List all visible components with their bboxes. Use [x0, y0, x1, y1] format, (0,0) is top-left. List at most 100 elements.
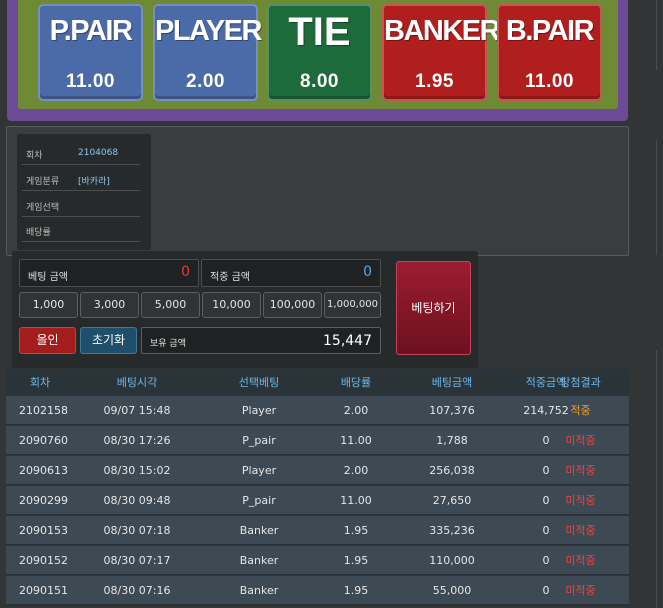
- header-result: 당첨결과: [560, 376, 601, 389]
- row-odds: 1.95: [343, 583, 369, 597]
- bet-option-player[interactable]: PLAYER 2.00: [153, 4, 262, 101]
- chip-10000-button[interactable]: 10,000: [202, 292, 261, 318]
- header-odds: 배당률: [340, 376, 372, 389]
- row-odds: 1.95: [343, 553, 369, 567]
- bet-option-tie[interactable]: TIE 8.00: [267, 4, 372, 101]
- row-bet-amount: 110,000: [429, 553, 475, 567]
- info-row-selection: 게임선택: [22, 192, 140, 217]
- row-pick: Banker: [239, 553, 279, 567]
- row-pick: Player: [241, 403, 277, 417]
- row-round: 2102158: [19, 403, 68, 417]
- place-bet-button[interactable]: 베팅하기: [396, 261, 471, 355]
- all-in-button[interactable]: 올인: [19, 327, 76, 354]
- row-odds: 1.95: [343, 523, 369, 537]
- info-row-round: 회차 2104068: [22, 140, 140, 165]
- table-row: 2090151 08/30 07:16 Banker 1.95 55,000 0 미적중: [6, 576, 629, 605]
- header-pick: 선택베팅: [238, 376, 280, 389]
- row-odds: 2.00: [343, 403, 369, 417]
- bet-option-odds: 2.00: [186, 71, 225, 92]
- win-amount-value: 0: [363, 264, 372, 280]
- info-value: [바카라]: [78, 177, 110, 187]
- bet-option-odds: 1.95: [415, 71, 454, 92]
- chip-1000-button[interactable]: 1,000: [19, 292, 78, 318]
- row-odds: 2.00: [343, 463, 369, 477]
- bet-history-table: 회차 베팅시각 선택베팅 배당률 베팅금액 적중금액 당첨결과 2102158 0…: [6, 369, 629, 608]
- chip-100000-button[interactable]: 100,000: [263, 292, 322, 318]
- row-bet-time: 08/30 07:16: [103, 583, 171, 597]
- table-row: 2090152 08/30 07:17 Banker 1.95 110,000 0 미적중: [6, 546, 629, 575]
- row-pick: P_pair: [242, 433, 276, 447]
- row-bet-time: 08/30 07:17: [103, 553, 171, 567]
- bet-amount-label: 베팅 금액: [28, 272, 68, 283]
- bet-option-odds: 11.00: [525, 71, 574, 92]
- right-panel-edge: [656, 0, 657, 70]
- table-row: 2102158 09/07 15:48 Player 2.00 107,376 214,7…: [6, 396, 629, 425]
- row-pick: Banker: [239, 583, 279, 597]
- info-value: 2104068: [78, 148, 119, 158]
- row-result: 미적중: [565, 434, 596, 447]
- bet-amount-field[interactable]: 베팅 금액 0: [19, 259, 199, 287]
- chip-1000000-button[interactable]: 1,000,000: [324, 292, 381, 318]
- table-row: 2090760 08/30 17:26 P_pair 11.00 1,788 0 미적중: [6, 426, 629, 455]
- row-round: 2090613: [19, 463, 68, 477]
- table-row: 2090153 08/30 07:18 Banker 1.95 335,236 0 미적중: [6, 516, 629, 545]
- row-result: 미적중: [565, 584, 596, 597]
- right-panel-edge: [656, 140, 657, 255]
- balance-field: 보유 금액 15,447: [141, 327, 381, 354]
- row-result: 미적중: [565, 494, 596, 507]
- bet-option-b-pair[interactable]: B.PAIR 11.00: [497, 4, 602, 101]
- row-bet-time: 08/30 17:26: [103, 433, 171, 447]
- row-bet-amount: 107,376: [429, 403, 475, 417]
- info-label: 회차: [26, 151, 43, 161]
- info-row-odds: 배당률: [22, 217, 140, 242]
- bet-option-banker[interactable]: BANKER 1.95: [382, 4, 501, 101]
- row-bet-amount: 256,038: [429, 463, 475, 477]
- row-round: 2090152: [19, 553, 68, 567]
- row-bet-amount: 27,650: [432, 493, 472, 507]
- bet-option-name: BANKER: [384, 15, 501, 47]
- bet-option-name: B.PAIR: [505, 15, 595, 47]
- table-header: 회차 베팅시각 선택베팅 배당률 베팅금액 적중금액 당첨결과: [6, 369, 629, 395]
- row-bet-amount: 1,788: [436, 433, 468, 447]
- win-amount-field: 적중 금액 0: [201, 259, 381, 287]
- row-round: 2090760: [19, 433, 68, 447]
- table-row: 2090613 08/30 15:02 Player 2.00 256,038 0 미적중: [6, 456, 629, 485]
- reset-button[interactable]: 초기화: [80, 327, 137, 354]
- game-info-table: 회차 2104068 게임분류 [바카라] 게임선택 배당률: [17, 134, 151, 250]
- row-odds: 11.00: [340, 493, 372, 507]
- row-bet-time: 09/07 15:48: [103, 403, 171, 417]
- row-bet-time: 08/30 07:18: [103, 523, 171, 537]
- row-bet-amount: 335,236: [429, 523, 475, 537]
- row-bet-time: 08/30 09:48: [103, 493, 171, 507]
- header-round: 회차: [29, 376, 51, 389]
- table-row: 2090299 08/30 09:48 P_pair 11.00 27,650 0 미적중: [6, 486, 629, 515]
- info-label: 게임분류: [26, 177, 60, 187]
- row-bet-amount: 55,000: [432, 583, 472, 597]
- header-bet-amount: 베팅금액: [431, 376, 473, 389]
- bet-amount-value: 0: [181, 264, 190, 280]
- info-label: 게임선택: [26, 203, 60, 213]
- chip-5000-button[interactable]: 5,000: [141, 292, 200, 318]
- balance-value: 15,447: [323, 333, 372, 349]
- bet-option-odds: 11.00: [66, 71, 115, 92]
- row-result: 미적중: [565, 464, 596, 477]
- row-bet-time: 08/30 15:02: [103, 463, 171, 477]
- row-result: 미적중: [565, 524, 596, 537]
- bet-option-name: PLAYER: [155, 15, 262, 47]
- row-result: 미적중: [565, 554, 596, 567]
- row-round: 2090151: [19, 583, 68, 597]
- header-bet-time: 베팅시각: [116, 376, 158, 389]
- bet-option-odds: 8.00: [300, 71, 339, 92]
- row-round: 2090299: [19, 493, 68, 507]
- info-row-category: 게임분류 [바카라]: [22, 166, 140, 191]
- win-amount-label: 적중 금액: [210, 272, 250, 283]
- chip-3000-button[interactable]: 3,000: [80, 292, 139, 318]
- row-odds: 11.00: [340, 433, 372, 447]
- row-result: 적중: [570, 404, 591, 417]
- row-pick: Player: [241, 463, 277, 477]
- bet-option-p-pair[interactable]: P.PAIR 11.00: [38, 4, 143, 101]
- bet-option-name: TIE: [288, 10, 351, 54]
- row-pick: P_pair: [242, 493, 276, 507]
- bet-option-name: P.PAIR: [49, 15, 133, 47]
- right-panel-edge: [656, 350, 657, 608]
